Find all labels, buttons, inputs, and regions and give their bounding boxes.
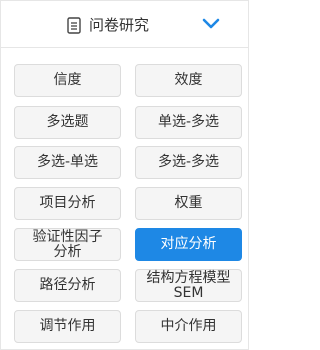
single-multiple-button[interactable]: 单选-多选 [135, 106, 242, 139]
mediation-button[interactable]: 中介作用 [135, 310, 242, 343]
chevron-down-icon[interactable] [202, 18, 220, 30]
panel-header[interactable]: 问卷研究 [1, 1, 248, 48]
document-icon [67, 17, 81, 34]
questionnaire-research-panel: 问卷研究 信度 效度 多选题 单选-多选 多选-单选 多选-多选 项目分析 权重… [0, 0, 249, 350]
multiple-choice-button[interactable]: 多选题 [14, 106, 121, 139]
validity-button[interactable]: 效度 [135, 64, 242, 97]
reliability-button[interactable]: 信度 [14, 64, 121, 97]
multiple-multiple-button[interactable]: 多选-多选 [135, 146, 242, 179]
moderation-button[interactable]: 调节作用 [14, 310, 121, 343]
path-analysis-button[interactable]: 路径分析 [14, 269, 121, 302]
panel-title: 问卷研究 [89, 16, 150, 34]
multiple-single-button[interactable]: 多选-单选 [14, 146, 121, 179]
sem-button[interactable]: 结构方程模型SEM [135, 269, 242, 302]
item-analysis-button[interactable]: 项目分析 [14, 187, 121, 220]
weight-button[interactable]: 权重 [135, 187, 242, 220]
correspondence-analysis-button[interactable]: 对应分析 [135, 228, 242, 261]
confirmatory-factor-analysis-button[interactable]: 验证性因子分析 [14, 228, 121, 261]
